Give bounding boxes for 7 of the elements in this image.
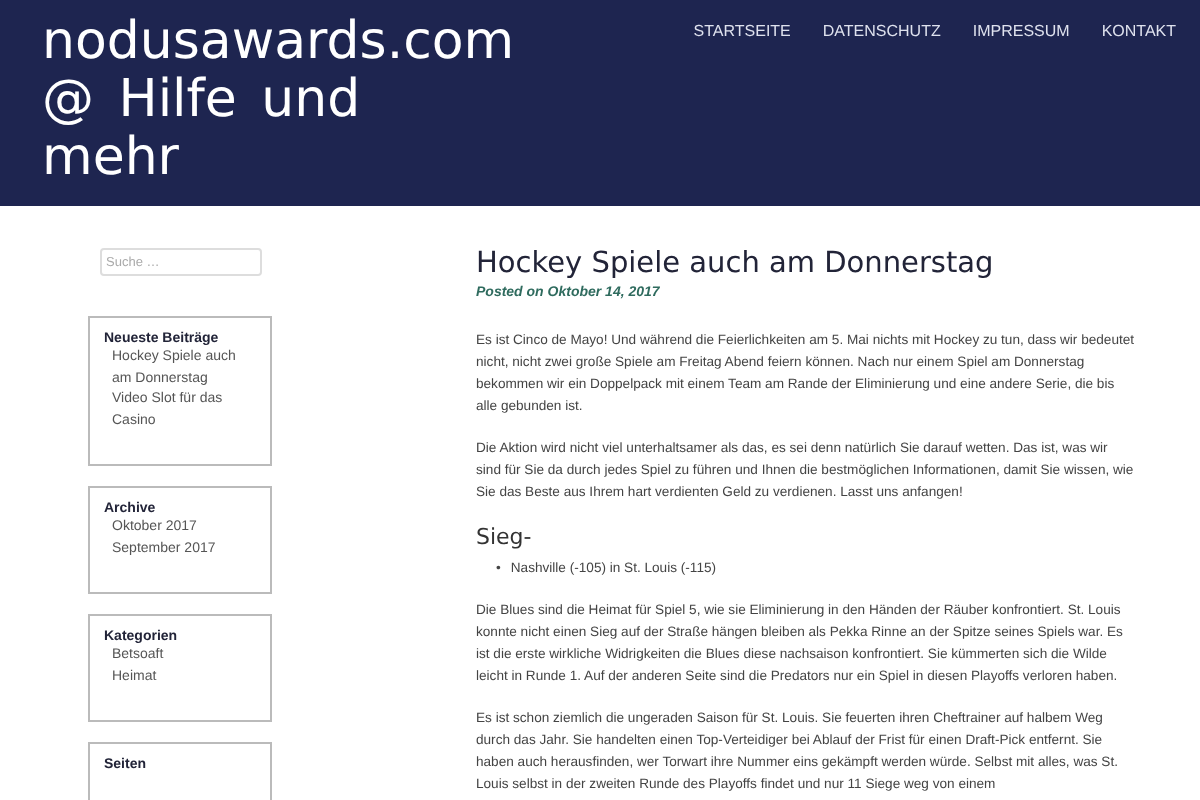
post-title[interactable]: Hockey Spiele auch am Donnerstag: [476, 248, 1136, 280]
nav-link[interactable]: KONTAKT: [1101, 22, 1176, 44]
site-title[interactable]: nodusawards.com @ Hilfe und mehr: [42, 14, 518, 189]
nav-link[interactable]: IMPRESSUM: [972, 22, 1070, 44]
nav-link[interactable]: STARTSEITE: [693, 22, 791, 44]
nav-link[interactable]: DATENSCHUTZ: [822, 22, 941, 44]
section-heading: Sieg-: [476, 524, 534, 550]
